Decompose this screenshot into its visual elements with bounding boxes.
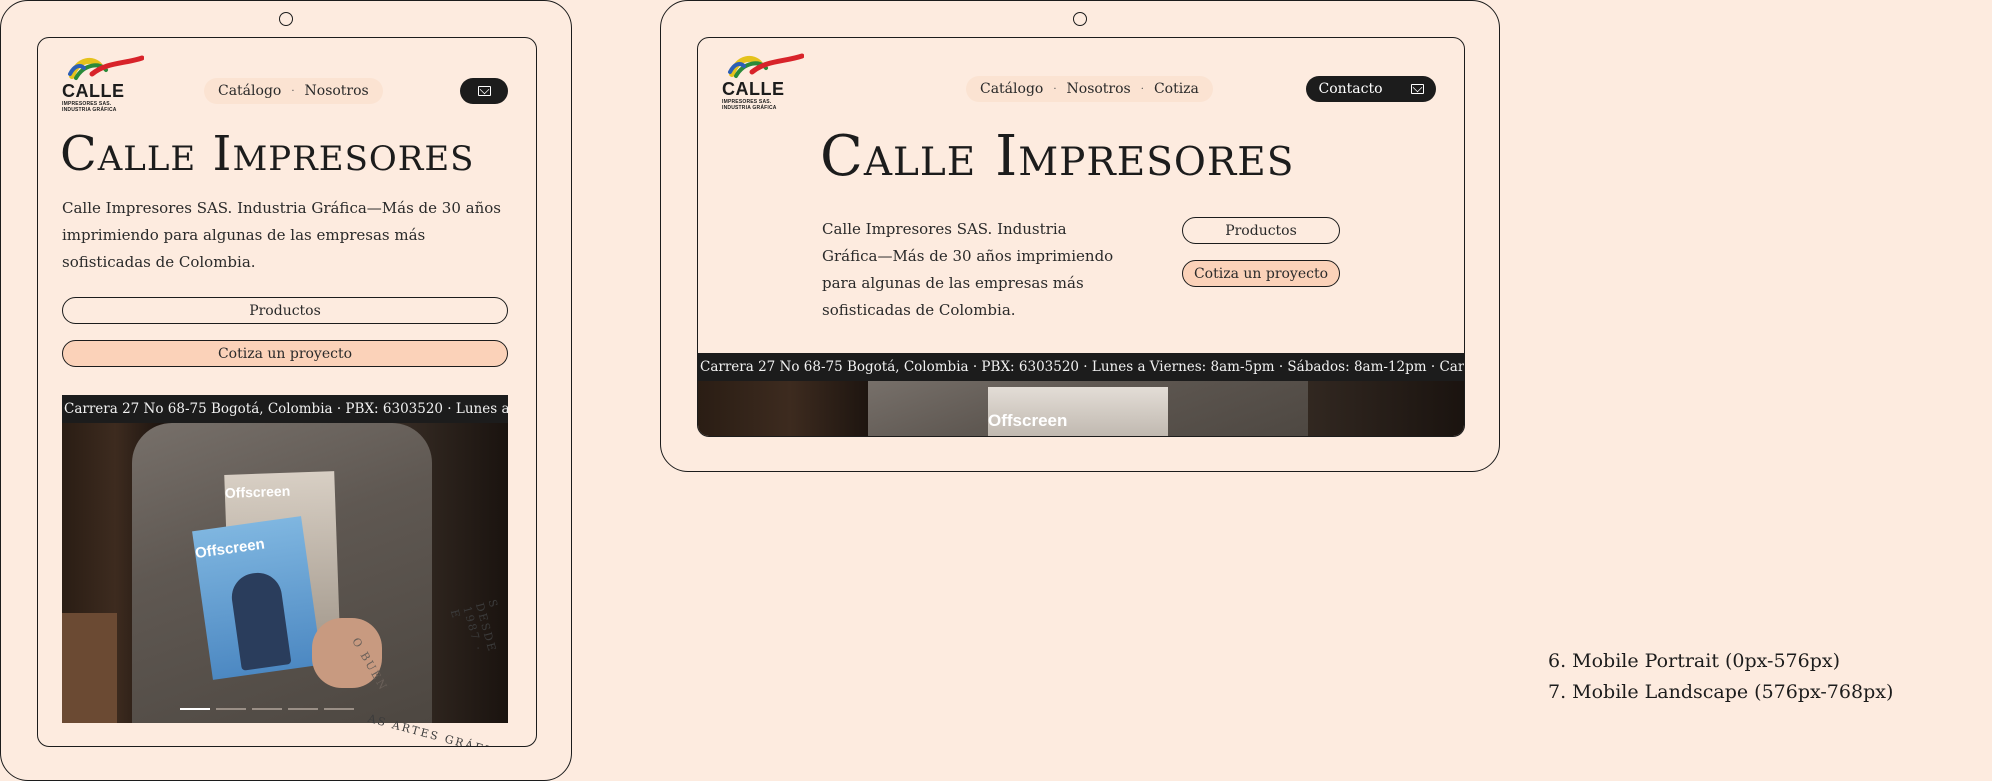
mobile-portrait-frame: CALLE IMPRESORES SAS. INDUSTRIA GRÁFICA … — [0, 0, 572, 781]
quote-project-button[interactable]: Cotiza un proyecto — [1182, 260, 1340, 287]
logo-subtitle: IMPRESORES SAS. INDUSTRIA GRÁFICA — [722, 99, 802, 111]
magazine-title: Offscreen — [988, 411, 1068, 430]
logo-wordmark: CALLE — [722, 79, 785, 99]
address-ticker: Carrera 27 No 68-75 Bogotá, Colombia · P… — [62, 395, 508, 423]
contact-mail-button[interactable] — [460, 78, 508, 104]
calle-logo[interactable]: CALLE IMPRESORES SAS. INDUSTRIA GRÁFICA — [62, 52, 144, 118]
logo-subtitle-line2: INDUSTRIA GRÁFICA — [722, 105, 777, 111]
logo-subtitle-line2: INDUSTRIA GRÁFICA — [62, 107, 117, 113]
photo-magazine-front: Offscreen — [192, 516, 322, 680]
mobile-landscape-screen: CALLE IMPRESORES SAS. INDUSTRIA GRÁFICA … — [697, 37, 1465, 437]
products-button[interactable]: Productos — [62, 297, 508, 324]
nav-separator: · — [1140, 83, 1144, 95]
nav-catalogo[interactable]: Catálogo — [218, 83, 281, 99]
breakpoint-caption-list: 6. Mobile Portrait (0px-576px) 7. Mobile… — [1548, 646, 1893, 708]
hero-title: Calle Impresores — [60, 126, 475, 182]
hero-description: Calle Impresores SAS. Industria Gráfica—… — [62, 199, 501, 271]
hero-description: Calle Impresores SAS. Industria Gráfica—… — [822, 220, 1114, 319]
carousel-dot-2[interactable] — [216, 708, 246, 710]
mail-icon — [1410, 84, 1424, 94]
contact-label: Contacto — [1318, 81, 1383, 97]
quote-project-button[interactable]: Cotiza un proyecto — [62, 340, 508, 367]
carousel-dot-5[interactable] — [324, 708, 354, 710]
hero-photo[interactable]: Offscreen — [698, 381, 1464, 436]
carousel-dot-3[interactable] — [252, 708, 282, 710]
camera-icon — [1073, 12, 1087, 26]
hero-title: Calle Impresores — [820, 124, 1295, 189]
carousel-dot-4[interactable] — [288, 708, 318, 710]
caption-mobile-landscape: 7. Mobile Landscape (576px-768px) — [1548, 681, 1894, 703]
nav-catalogo[interactable]: Catálogo — [980, 81, 1043, 97]
main-nav: Catálogo · Nosotros · Cotiza — [966, 76, 1213, 102]
camera-icon — [279, 12, 293, 26]
carousel-dot-1[interactable] — [180, 708, 210, 710]
nav-nosotros[interactable]: Nosotros — [1067, 81, 1131, 97]
magazine-cover-figure — [228, 569, 292, 671]
caption-mobile-portrait: 6. Mobile Portrait (0px-576px) — [1548, 650, 1841, 672]
mobile-portrait-screen: CALLE IMPRESORES SAS. INDUSTRIA GRÁFICA … — [37, 37, 537, 747]
carousel-indicators — [180, 708, 354, 710]
photo-magazine: Offscreen — [988, 387, 1168, 436]
calle-logo[interactable]: CALLE IMPRESORES SAS. INDUSTRIA GRÁFICA — [722, 50, 804, 116]
magazine-front-title: Offscreen — [194, 535, 266, 563]
logo-wordmark: CALLE — [62, 81, 125, 101]
mail-icon — [477, 86, 491, 96]
nav-separator: · — [291, 85, 295, 97]
main-nav: Catálogo · Nosotros — [204, 78, 383, 104]
logo-subtitle: IMPRESORES SAS. INDUSTRIA GRÁFICA — [62, 101, 142, 113]
products-button[interactable]: Productos — [1182, 217, 1340, 244]
nav-nosotros[interactable]: Nosotros — [305, 83, 369, 99]
contact-button[interactable]: Contacto — [1306, 76, 1436, 102]
address-ticker: Carrera 27 No 68-75 Bogotá, Colombia · P… — [698, 353, 1464, 381]
photo-chair — [62, 613, 117, 723]
nav-separator: · — [1053, 83, 1057, 95]
magazine-back-title: Offscreen — [224, 482, 291, 501]
nav-cotiza[interactable]: Cotiza — [1154, 81, 1199, 97]
hero-photo[interactable]: Offscreen Offscreen — [62, 423, 508, 723]
mobile-landscape-frame: CALLE IMPRESORES SAS. INDUSTRIA GRÁFICA … — [660, 0, 1500, 472]
